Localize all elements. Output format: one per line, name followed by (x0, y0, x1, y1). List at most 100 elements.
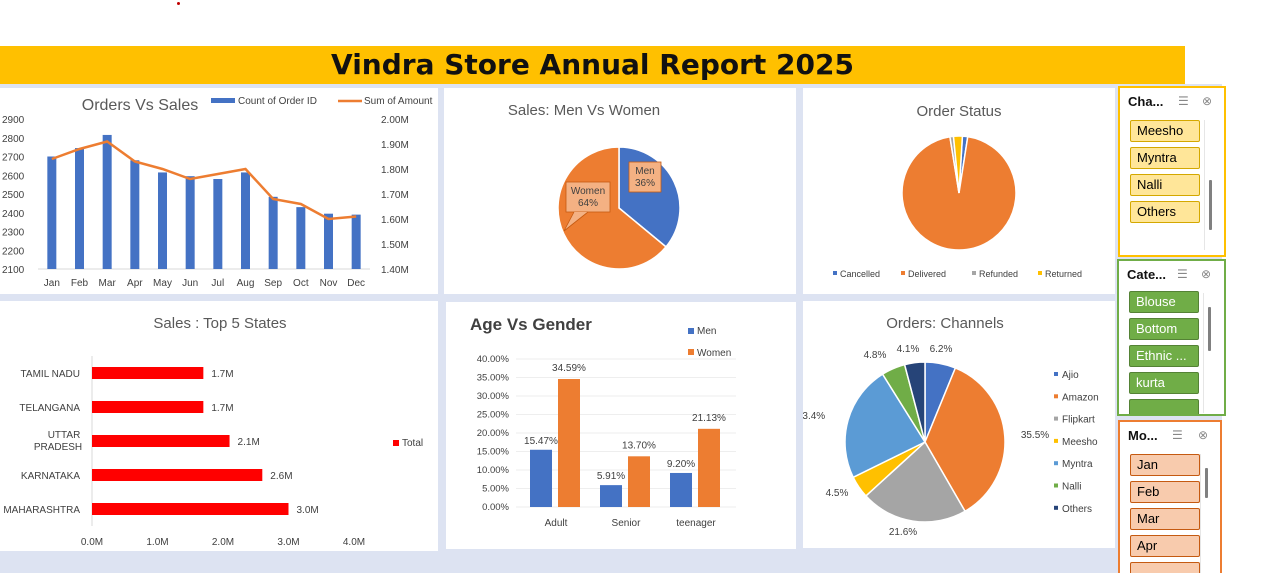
data-label: 1.7M (211, 403, 233, 414)
legend-label: Flipkart (1062, 415, 1095, 426)
slicer-item-kurta[interactable]: kurta (1129, 372, 1199, 394)
clear-filter-icon[interactable]: ⊗ (1202, 94, 1212, 108)
orders-vs-sales-chart: Orders Vs Sales Count of Order ID Sum of A… (2, 96, 433, 289)
y-tick-label: 30.00% (477, 391, 510, 402)
legend-label: Nalli (1062, 482, 1081, 493)
y2-tick-label: 1.60M (381, 215, 409, 226)
data-label: 13.70% (622, 440, 656, 451)
legend-label: Women (697, 348, 731, 359)
orders-vs-sales-panel[interactable]: Orders Vs Sales Count of Order ID Sum of A… (0, 88, 438, 294)
order-status-chart: Order Status Cancelled Delivered Refunded Re… (833, 103, 1082, 279)
bar-women-Adult (558, 379, 580, 507)
data-label: 2.6M (270, 471, 292, 482)
bar-orders-dec (351, 214, 361, 269)
slicer-item-apr[interactable]: Apr (1130, 535, 1200, 557)
slicer-item-jan[interactable]: Jan (1130, 454, 1200, 476)
data-label: 3.0M (297, 505, 319, 516)
clear-filter-icon[interactable]: ⊗ (1198, 428, 1208, 442)
category-slicer-header: Cate... (1127, 267, 1167, 282)
report-title: Vindra Store Annual Report 2025 (0, 46, 1185, 84)
y-tick-label: 20.00% (477, 428, 510, 439)
y-tick-label: PRADESH (34, 442, 82, 453)
channel-slicer-header: Cha... (1128, 94, 1164, 109)
men-vs-women-panel[interactable]: Sales: Men Vs Women Men 36% Women 64% (444, 88, 796, 294)
slicer-item-feb[interactable]: Feb (1130, 481, 1200, 503)
age-gender-panel[interactable]: Age Vs Gender Men Women 40.00% 35.00% 30.00% 2… (446, 302, 796, 549)
data-label: 35.5% (1021, 430, 1049, 441)
men-pct: 36% (635, 178, 655, 189)
multi-select-icon[interactable]: ☰ (1178, 94, 1189, 108)
x-tick-label: Dec (347, 278, 365, 289)
x-tick-label: Nov (320, 278, 338, 289)
data-label: 4.8% (864, 350, 887, 361)
top-states-panel[interactable]: Sales : Top 5 States TAMIL NADU 1.7M TELANG… (0, 301, 438, 551)
legend-swatch (1054, 461, 1058, 466)
data-label: 23.4% (803, 411, 825, 422)
clear-filter-icon[interactable]: ⊗ (1201, 267, 1211, 281)
x-tick-label: 4.0M (343, 537, 365, 548)
month-slicer-scrollbar[interactable] (1205, 468, 1208, 498)
y-tick-label: 2100 (2, 265, 25, 276)
slicer-item-partial[interactable] (1129, 399, 1199, 414)
legend-swatch-bar (211, 98, 235, 103)
channel-slicer-scrollbar[interactable] (1209, 180, 1212, 230)
legend-swatch (1054, 372, 1058, 376)
slicer-item-partial[interactable] (1130, 562, 1200, 573)
men-vs-women-chart: Sales: Men Vs Women Men36% Women64% (508, 102, 681, 270)
month-slicer-header: Mo... (1128, 428, 1158, 443)
slicer-item-meesho[interactable]: Meesho (1130, 120, 1200, 142)
legend-swatch (901, 271, 905, 275)
bar-orders-nov (324, 213, 333, 269)
multi-select-icon[interactable]: ☰ (1177, 267, 1188, 281)
y-tick-label: 2600 (2, 171, 25, 182)
legend-label: Delivered (908, 269, 946, 279)
category-slicer[interactable]: Cate... ☰ ⊗ Blouse Bottom Ethnic ... kur… (1117, 259, 1226, 416)
data-label: 15.47% (524, 436, 558, 447)
data-label: 1.7M (211, 369, 233, 380)
slicer-item-bottom[interactable]: Bottom (1129, 318, 1199, 340)
women-label: Women (571, 186, 605, 197)
x-tick-label: Senior (612, 518, 642, 529)
legend-label: Myntra (1062, 459, 1093, 470)
y2-tick-label: 1.90M (381, 140, 409, 151)
x-tick-label: teenager (676, 518, 716, 529)
bar-uttar-pradesh (92, 435, 230, 447)
bar-orders-feb (75, 148, 84, 269)
red-dot (177, 2, 180, 5)
channel-slicer[interactable]: Cha... ☰ ⊗ Meesho Myntra Nalli Others (1118, 86, 1226, 257)
x-tick-label: Jun (182, 278, 198, 289)
slicer-item-ethnic[interactable]: Ethnic ... (1129, 345, 1199, 367)
legend-swatch (1054, 394, 1058, 399)
multi-select-icon[interactable]: ☰ (1172, 428, 1183, 442)
legend-label: Ajio (1062, 370, 1079, 381)
slicer-item-mar[interactable]: Mar (1130, 508, 1200, 530)
month-slicer[interactable]: Mo... ☰ ⊗ Jan Feb Mar Apr (1118, 420, 1222, 573)
legend-swatch (833, 271, 837, 275)
bar-telangana (92, 401, 204, 413)
bar-women-teenager (698, 428, 720, 507)
data-label: 6.2% (930, 344, 953, 355)
bar-orders-apr (130, 160, 140, 269)
y-tick-label: 2500 (2, 190, 25, 201)
y2-tick-label: 1.40M (381, 265, 409, 276)
bar-tamil-nadu (92, 367, 204, 379)
data-label: 34.59% (552, 363, 586, 374)
slicer-item-blouse[interactable]: Blouse (1129, 291, 1199, 313)
y-tick-label: 2700 (2, 153, 25, 164)
bar-maharashtra (92, 503, 289, 515)
slicer-item-nalli[interactable]: Nalli (1130, 174, 1200, 196)
data-label: 4.5% (826, 488, 849, 499)
x-tick-label: Sep (264, 278, 282, 289)
legend-swatch (1054, 505, 1058, 510)
order-status-panel[interactable]: Order Status Cancelled Delivered Refunded Re… (803, 88, 1115, 294)
y-tick-label: 0.00% (482, 502, 509, 513)
data-label: 2.1M (238, 437, 260, 448)
category-slicer-scrollbar[interactable] (1208, 307, 1211, 351)
x-tick-label: Adult (545, 518, 568, 529)
legend-label: Meesho (1062, 437, 1098, 448)
slicer-item-myntra[interactable]: Myntra (1130, 147, 1200, 169)
channels-panel[interactable]: Orders: Channels 6.2% 35.5% 21.6% 4.5% 23.4% 4… (797, 301, 1115, 548)
legend-label: Total (402, 438, 423, 449)
legend-swatch (1054, 416, 1058, 421)
slicer-item-others[interactable]: Others (1130, 201, 1200, 223)
